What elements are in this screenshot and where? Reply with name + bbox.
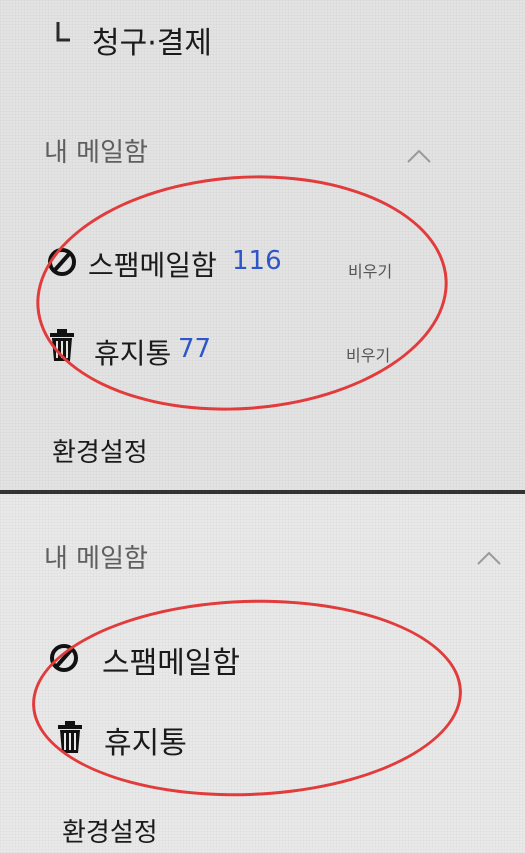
my-mailbox-section-title: 내 메일함 <box>44 544 148 574</box>
billing-label: 청구·결제 <box>92 26 212 61</box>
highlight-circle <box>28 592 466 804</box>
chevron-up-icon[interactable] <box>406 148 432 164</box>
settings-menu-item[interactable]: 환경설정 <box>52 432 148 469</box>
sub-item-indicator-icon <box>54 16 86 52</box>
billing-menu-item[interactable]: 청구·결제 <box>92 18 212 62</box>
highlight-circle <box>28 161 456 425</box>
chevron-up-icon[interactable] <box>476 550 502 566</box>
my-mailbox-section-title: 내 메일함 <box>44 138 148 168</box>
top-panel: 청구·결제 내 메일함 스팸메일함 116 비우기 휴지통 77 비우기 환경설… <box>0 0 525 490</box>
settings-menu-item[interactable]: 환경설정 <box>62 812 158 849</box>
bottom-panel: 내 메일함 스팸메일함 휴지통 환경설정 <box>0 494 525 853</box>
